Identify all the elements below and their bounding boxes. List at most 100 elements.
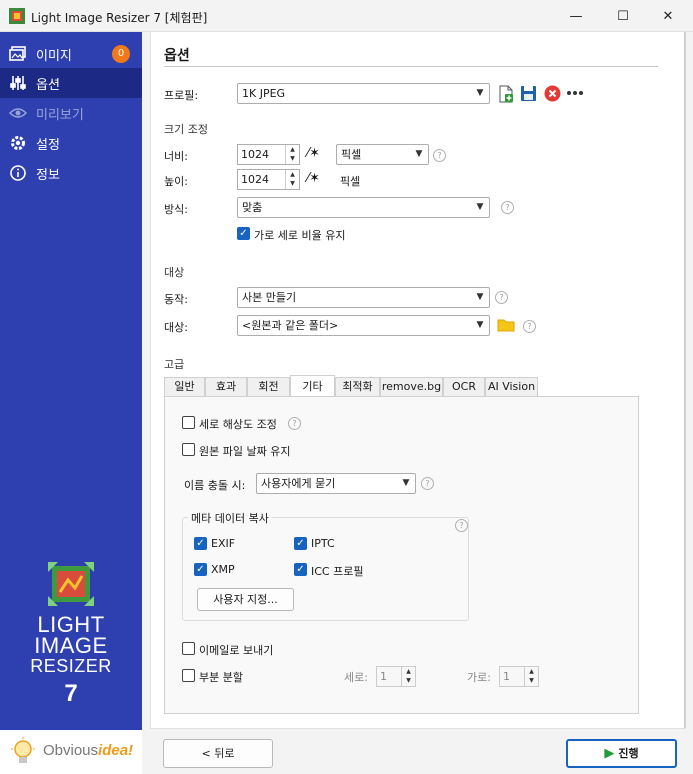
- iptc-checkbox[interactable]: ✓: [294, 537, 307, 550]
- sidebar-item-settings[interactable]: 설정: [0, 128, 142, 158]
- action-select[interactable]: 사본 만들기 ▼: [237, 287, 490, 308]
- width-value: 1024: [241, 148, 269, 161]
- help-icon[interactable]: ?: [288, 417, 301, 430]
- logo-line-3: RESIZER: [30, 656, 112, 676]
- help-icon[interactable]: ?: [455, 519, 468, 532]
- close-button[interactable]: ✕: [645, 0, 691, 32]
- width-unit-select[interactable]: 픽셀 ▼: [336, 144, 429, 165]
- eye-icon: [9, 104, 27, 122]
- chevron-down-icon: ▼: [476, 292, 484, 302]
- height-unit-label: 픽셀: [340, 175, 361, 188]
- split-cols-stepper[interactable]: ▲ ▼: [524, 667, 538, 686]
- split-cols-value: 1: [503, 670, 510, 683]
- keep-ratio-checkbox[interactable]: ✓: [237, 227, 250, 240]
- folder-icon[interactable]: [497, 318, 515, 332]
- icc-profile-label: ICC 프로필: [311, 565, 364, 578]
- width-stepper[interactable]: ▲ ▼: [285, 145, 299, 164]
- vendor-name-plain: Obvious: [43, 742, 99, 759]
- more-options-icon[interactable]: [566, 90, 584, 96]
- product-logo-text: LIGHT IMAGE RESIZER 7: [0, 614, 142, 708]
- vendor-name-accent: idea!: [98, 742, 134, 759]
- sidebar-item-options[interactable]: 옵션: [0, 68, 142, 98]
- run-button-label: 진행: [618, 747, 639, 760]
- chevron-down-icon: ▼: [476, 88, 484, 98]
- images-icon: [9, 45, 27, 63]
- vendor-logo[interactable]: Obviousidea!: [0, 730, 142, 774]
- sidebar-item-label: 정보: [36, 167, 60, 183]
- title-divider: [164, 66, 658, 67]
- scrollbar[interactable]: [684, 32, 686, 729]
- help-icon[interactable]: ?: [501, 201, 514, 214]
- width-unit-value: 픽셀: [341, 148, 362, 161]
- logo-line-2: IMAGE: [34, 633, 108, 658]
- title-bar: Light Image Resizer 7 [체험판] — ☐ ✕: [0, 0, 693, 32]
- split-rows-input[interactable]: 1 ▲ ▼: [376, 666, 416, 687]
- run-button[interactable]: ▶ 진행: [566, 739, 677, 768]
- tab-rotate[interactable]: 회전: [247, 377, 290, 397]
- destination-value: <원본과 같은 폴더>: [242, 319, 339, 332]
- method-value: 맞춤: [242, 201, 263, 214]
- new-profile-icon[interactable]: [498, 85, 514, 103]
- profile-value: 1K JPEG: [242, 87, 286, 100]
- vendor-name: Obviousidea!: [43, 742, 133, 759]
- xmp-checkbox[interactable]: ✓: [194, 563, 207, 576]
- back-button[interactable]: < 뒤로: [163, 739, 273, 768]
- sidebar-item-preview[interactable]: 미리보기: [0, 98, 142, 128]
- tab-general[interactable]: 일반: [164, 377, 205, 397]
- name-conflict-label: 이름 충돌 시:: [184, 479, 246, 492]
- exif-checkbox[interactable]: ✓: [194, 537, 207, 550]
- logo-line-1: LIGHT: [37, 612, 105, 637]
- method-select[interactable]: 맞춤 ▼: [237, 197, 490, 218]
- height-input[interactable]: 1024 ▲ ▼: [237, 169, 300, 190]
- app-icon: [9, 8, 25, 24]
- logo-version: 7: [64, 680, 78, 707]
- sidebar-item-images[interactable]: 이미지 0: [0, 39, 142, 69]
- tab-misc[interactable]: 기타: [290, 375, 335, 396]
- tab-removebg[interactable]: remove.bg: [380, 377, 443, 397]
- magic-wand-icon[interactable]: ⁄✶: [307, 146, 320, 161]
- custom-metadata-button[interactable]: 사용자 지정...: [197, 588, 294, 611]
- sidebar-item-label: 미리보기: [36, 107, 84, 123]
- tab-effects[interactable]: 효과: [205, 377, 247, 397]
- profile-select[interactable]: 1K JPEG ▼: [237, 83, 490, 104]
- info-icon: [9, 164, 27, 182]
- split-checkbox[interactable]: [182, 669, 195, 682]
- help-icon[interactable]: ?: [523, 320, 536, 333]
- help-icon[interactable]: ?: [433, 149, 446, 162]
- tab-optimize[interactable]: 최적화: [335, 377, 380, 397]
- magic-wand-icon[interactable]: ⁄✶: [307, 171, 320, 186]
- vertical-resolution-label: 세로 해상도 조정: [199, 418, 277, 431]
- split-cols-input[interactable]: 1 ▲ ▼: [499, 666, 539, 687]
- width-input[interactable]: 1024 ▲ ▼: [237, 144, 300, 165]
- sidebar-item-label: 이미지: [36, 48, 72, 64]
- width-label: 너비:: [164, 150, 188, 163]
- page-title: 옵션: [164, 48, 190, 64]
- email-checkbox[interactable]: [182, 642, 195, 655]
- height-stepper[interactable]: ▲ ▼: [285, 170, 299, 189]
- split-rows-stepper[interactable]: ▲ ▼: [401, 667, 415, 686]
- exif-label: EXIF: [211, 537, 236, 550]
- maximize-button[interactable]: ☐: [600, 0, 646, 32]
- xmp-label: XMP: [211, 563, 235, 576]
- sidebar-item-about[interactable]: 정보: [0, 158, 142, 188]
- keep-date-checkbox[interactable]: [182, 443, 195, 456]
- help-icon[interactable]: ?: [421, 477, 434, 490]
- minimize-button[interactable]: —: [553, 0, 599, 32]
- tab-ocr[interactable]: OCR: [443, 377, 485, 397]
- tab-ai-vision[interactable]: AI Vision: [485, 377, 538, 397]
- save-profile-icon[interactable]: [520, 85, 537, 102]
- iptc-label: IPTC: [311, 537, 335, 550]
- vertical-resolution-checkbox[interactable]: [182, 416, 195, 429]
- method-label: 방식:: [164, 203, 188, 216]
- name-conflict-select[interactable]: 사용자에게 묻기 ▼: [256, 473, 416, 494]
- destination-select[interactable]: <원본과 같은 폴더> ▼: [237, 315, 490, 336]
- chevron-down-icon: ▼: [415, 149, 423, 159]
- play-icon: ▶: [604, 746, 615, 761]
- target-section-title: 대상: [164, 266, 185, 279]
- height-label: 높이:: [164, 175, 188, 188]
- delete-profile-icon[interactable]: [544, 85, 561, 102]
- icc-profile-checkbox[interactable]: ✓: [294, 563, 307, 576]
- help-icon[interactable]: ?: [495, 291, 508, 304]
- resize-section-title: 크기 조정: [164, 123, 208, 136]
- split-cols-label: 가로:: [467, 671, 491, 684]
